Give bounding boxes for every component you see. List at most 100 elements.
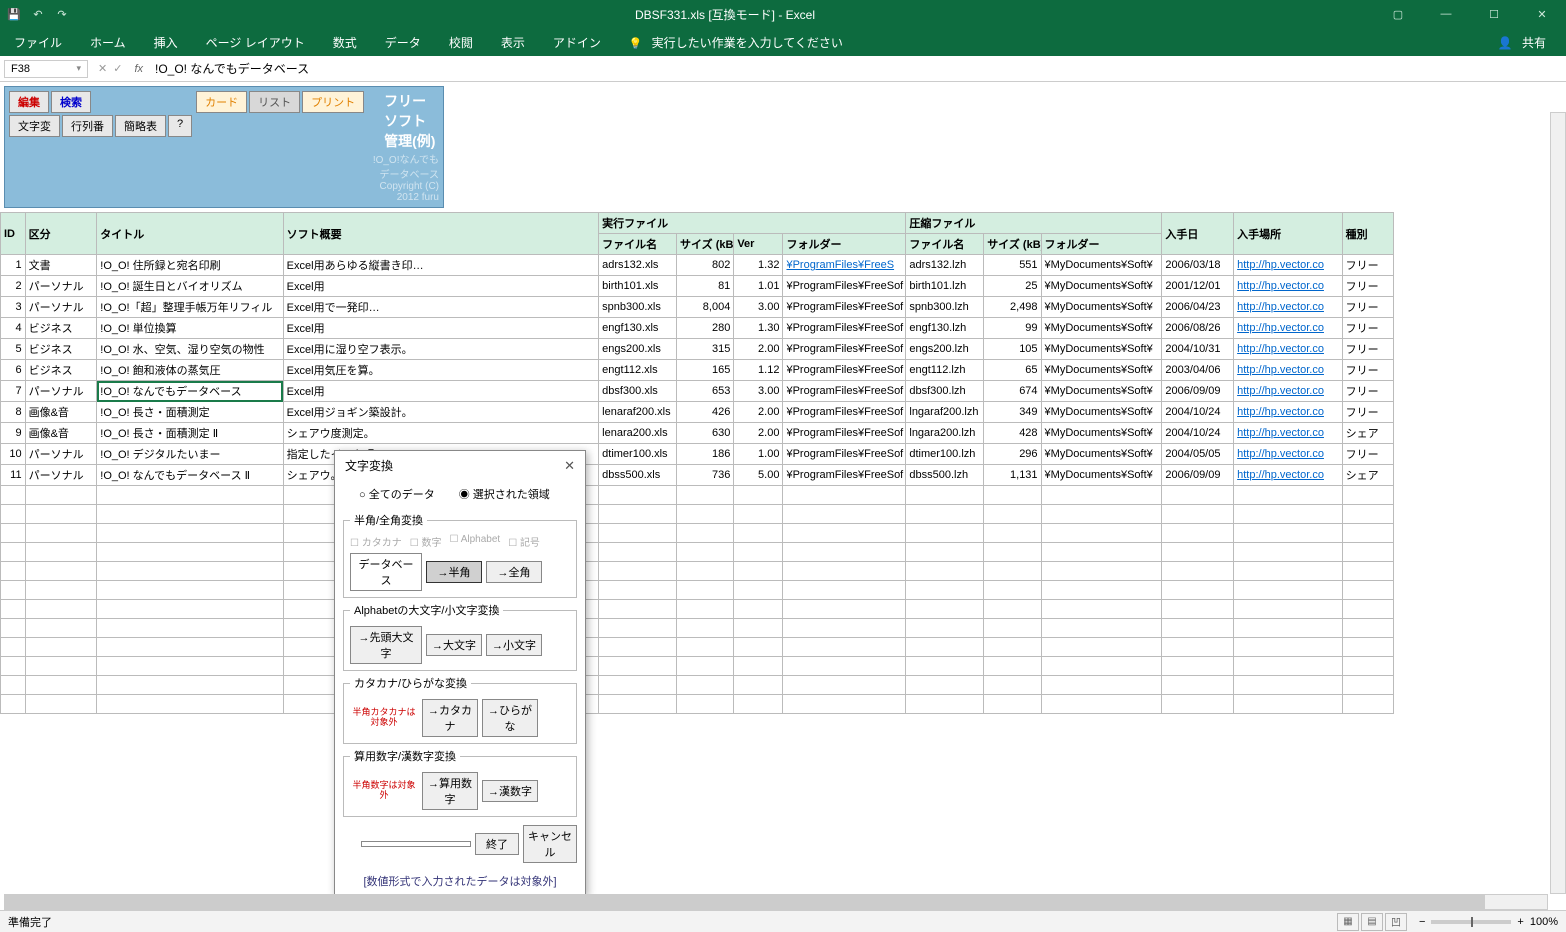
folder-link[interactable]: ¥ProgramFiles¥FreeS xyxy=(786,259,894,271)
table-row[interactable]: 5ビジネス!O_O! 水、空気、湿り空気の物性Excel用に湿り空フ表示。eng… xyxy=(1,339,1394,360)
horizontal-scrollbar[interactable] xyxy=(4,894,1548,910)
gyoban-button[interactable]: 行列番 xyxy=(62,115,113,137)
tab-file[interactable]: ファイル xyxy=(8,30,68,55)
to-hiragana-button[interactable]: →ひらがな xyxy=(482,699,538,737)
hdr-zsz[interactable]: サイズ (kB) xyxy=(984,234,1041,255)
source-link[interactable]: http://hp.vector.co xyxy=(1237,280,1324,292)
to-hankaku-button[interactable]: →半角 xyxy=(426,561,482,583)
mojihen-button[interactable]: 文字変 xyxy=(9,115,60,137)
tell-me[interactable]: 💡 実行したい作業を入力してください xyxy=(623,30,855,55)
hdr-cat[interactable]: 区分 xyxy=(25,213,97,255)
table-row[interactable]: 10パーソナル!O_O! デジタルたいまー指定したイルを唄。dtimer100.… xyxy=(1,444,1394,465)
help-button[interactable]: ? xyxy=(168,115,192,137)
hdr-zip[interactable]: 圧縮ファイル xyxy=(906,213,1162,234)
name-box[interactable]: F38▾ xyxy=(4,60,88,78)
close-icon[interactable]: ✕ xyxy=(1522,0,1562,28)
undo-icon[interactable]: ↶ xyxy=(28,4,48,24)
table-row[interactable]: 2パーソナル!O_O! 誕生日とバイオリズムExcel用birth101.xls… xyxy=(1,276,1394,297)
radio-selected[interactable]: ◉ 選択された領域 xyxy=(459,486,550,502)
cb-katakana[interactable]: ☐ カタカナ xyxy=(350,534,402,549)
share-button[interactable]: 👤 共有 xyxy=(1492,30,1558,55)
to-zenkaku-button[interactable]: →全角 xyxy=(486,561,542,583)
chevron-down-icon[interactable]: ▾ xyxy=(76,63,81,74)
sample-text[interactable]: データベース xyxy=(350,553,422,591)
hdr-exec[interactable]: 実行ファイル xyxy=(599,213,906,234)
table-row-empty[interactable] xyxy=(1,619,1394,638)
source-link[interactable]: http://hp.vector.co xyxy=(1237,469,1324,481)
vertical-scrollbar[interactable] xyxy=(1550,112,1566,894)
result-text[interactable] xyxy=(361,841,471,847)
to-kanji-button[interactable]: →漢数字 xyxy=(482,780,538,802)
table-row[interactable]: 8画像&音!O_O! 長さ・面積測定Excel用ジョギン築設計。lenaraf2… xyxy=(1,402,1394,423)
data-grid[interactable]: ID 区分 タイトル ソフト概要 実行ファイル 圧縮ファイル 入手日 入手場所 … xyxy=(0,212,1394,714)
ribbon-options-icon[interactable]: ▢ xyxy=(1378,0,1418,28)
hdr-desc[interactable]: ソフト概要 xyxy=(283,213,598,255)
view-normal-icon[interactable]: ▦ xyxy=(1337,913,1359,931)
tab-layout[interactable]: ページ レイアウト xyxy=(200,30,311,55)
table-row[interactable]: 1文書!O_O! 住所録と宛名印刷Excel用あらゆる縦書き印…adrs132.… xyxy=(1,255,1394,276)
view-break-icon[interactable]: 凹 xyxy=(1385,913,1407,931)
print-button[interactable]: プリント xyxy=(302,91,364,113)
source-link[interactable]: http://hp.vector.co xyxy=(1237,448,1324,460)
hdr-ver[interactable]: Ver xyxy=(734,234,783,255)
table-row[interactable]: 6ビジネス!O_O! 飽和液体の蒸気圧Excel用気圧を算。engt112.xl… xyxy=(1,360,1394,381)
table-row-empty[interactable] xyxy=(1,638,1394,657)
table-row-empty[interactable] xyxy=(1,562,1394,581)
accept-formula-icon[interactable]: ✓ xyxy=(113,62,122,75)
view-page-icon[interactable]: ▤ xyxy=(1361,913,1383,931)
cb-digit[interactable]: ☐ 数字 xyxy=(410,534,442,549)
to-capitalize-button[interactable]: →先頭大文字 xyxy=(350,626,422,664)
zoom-out-icon[interactable]: − xyxy=(1419,916,1425,928)
edit-button[interactable]: 編集 xyxy=(9,91,49,113)
hdr-fn[interactable]: ファイル名 xyxy=(599,234,677,255)
table-row[interactable]: 9画像&音!O_O! 長さ・面積測定 Ⅱシェアウ度測定。lenara200.xl… xyxy=(1,423,1394,444)
dialog-close-icon[interactable]: ✕ xyxy=(564,458,575,474)
table-row-empty[interactable] xyxy=(1,676,1394,695)
hdr-title[interactable]: タイトル xyxy=(97,213,283,255)
tab-view[interactable]: 表示 xyxy=(495,30,531,55)
table-row-empty[interactable] xyxy=(1,695,1394,714)
source-link[interactable]: http://hp.vector.co xyxy=(1237,301,1324,313)
hdr-sz[interactable]: サイズ (kB) xyxy=(676,234,733,255)
source-link[interactable]: http://hp.vector.co xyxy=(1237,385,1324,397)
source-link[interactable]: http://hp.vector.co xyxy=(1237,364,1324,376)
cancel-button[interactable]: キャンセル xyxy=(523,825,577,863)
table-row-empty[interactable] xyxy=(1,657,1394,676)
source-link[interactable]: http://hp.vector.co xyxy=(1237,259,1324,271)
fx-icon[interactable]: fx xyxy=(128,63,149,75)
tab-home[interactable]: ホーム xyxy=(84,30,132,55)
zoom-in-icon[interactable]: + xyxy=(1517,916,1523,928)
redo-icon[interactable]: ↷ xyxy=(52,4,72,24)
hdr-kind[interactable]: 種別 xyxy=(1342,213,1393,255)
table-row-empty[interactable] xyxy=(1,581,1394,600)
table-row[interactable]: 4ビジネス!O_O! 単位換算Excel用engf130.xls2801.30¥… xyxy=(1,318,1394,339)
source-link[interactable]: http://hp.vector.co xyxy=(1237,406,1324,418)
to-upper-button[interactable]: →大文字 xyxy=(426,634,482,656)
table-row[interactable]: 7パーソナル!O_O! なんでもデータベースExcel用dbsf300.xls6… xyxy=(1,381,1394,402)
cb-symbol[interactable]: ☐ 記号 xyxy=(508,534,540,549)
table-row-empty[interactable] xyxy=(1,486,1394,505)
tab-data[interactable]: データ xyxy=(379,30,427,55)
card-button[interactable]: カード xyxy=(196,91,247,113)
hdr-url[interactable]: 入手場所 xyxy=(1234,213,1343,255)
tab-formula[interactable]: 数式 xyxy=(327,30,363,55)
minimize-icon[interactable]: — xyxy=(1426,0,1466,28)
table-row[interactable]: 3パーソナル!O_O!「超」整理手帳万年リフィルExcel用で一発印…spnb3… xyxy=(1,297,1394,318)
hdr-date[interactable]: 入手日 xyxy=(1162,213,1234,255)
hdr-fld[interactable]: フォルダー xyxy=(783,234,906,255)
table-row[interactable]: 11パーソナル!O_O! なんでもデータベース Ⅱシェアウ。dbss500.xl… xyxy=(1,465,1394,486)
tab-addin[interactable]: アドイン xyxy=(547,30,607,55)
done-button[interactable]: 終了 xyxy=(475,833,519,855)
maximize-icon[interactable]: ☐ xyxy=(1474,0,1514,28)
save-icon[interactable]: 💾 xyxy=(4,4,24,24)
hdr-id[interactable]: ID xyxy=(1,213,26,255)
to-lower-button[interactable]: →小文字 xyxy=(486,634,542,656)
cancel-formula-icon[interactable]: ✕ xyxy=(98,62,107,75)
table-row-empty[interactable] xyxy=(1,505,1394,524)
formula-content[interactable]: !O_O! なんでもデータベース xyxy=(149,60,1566,77)
source-link[interactable]: http://hp.vector.co xyxy=(1237,343,1324,355)
list-button[interactable]: リスト xyxy=(249,91,300,113)
to-katakana-button[interactable]: →カタカナ xyxy=(422,699,478,737)
hdr-zfld[interactable]: フォルダー xyxy=(1041,234,1162,255)
table-row-empty[interactable] xyxy=(1,543,1394,562)
